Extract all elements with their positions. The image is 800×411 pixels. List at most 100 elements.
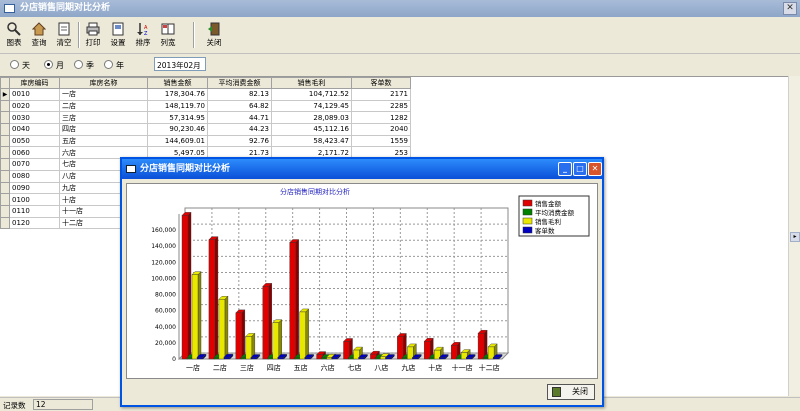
table-cell[interactable]: 0020 [9,99,60,113]
table-cell[interactable]: 90,230.46 [147,123,208,136]
maximize-button[interactable]: □ [573,162,587,176]
table-cell[interactable]: 0030 [9,111,60,125]
table-cell[interactable]: 1282 [351,111,411,125]
chart-popup-window: 分店销售同期对比分析 _ □ ✕ 分店销售同期对比分析 0 20,000 40,000… [120,157,604,407]
svg-text:Z: Z [144,31,148,36]
print-button[interactable]: 打印 [81,20,105,50]
table-cell[interactable]: 45,112.16 [271,123,352,136]
table-cell[interactable]: 一店 [59,88,148,101]
table-cell[interactable]: 三店 [59,111,148,125]
sort-button-label: 排序 [135,38,151,47]
table-row[interactable]: 0050 五店 144,609.01 92.76 58,423.47 1559 [0,134,411,148]
popup-close-button[interactable]: 关闭 [547,384,595,400]
table-cell[interactable]: 0070 [9,158,60,171]
table-cell[interactable]: 57,314.95 [147,111,208,125]
scroll-thumb[interactable]: ▸ [790,232,800,242]
row-indicator [0,169,10,183]
period-date-input[interactable]: 2013年02月 [154,57,206,71]
chart-button[interactable]: 图表 [2,20,26,50]
column-header[interactable]: 库房编码 [9,77,60,89]
column-header[interactable]: 销售金额 [147,77,208,89]
table-cell[interactable]: 58,423.47 [271,134,352,148]
x-tick-label: 九店 [401,363,415,372]
column-header[interactable]: 客单数 [351,77,411,89]
toolbar-separator [193,22,195,48]
table-cell[interactable]: 64.82 [207,99,272,113]
table-cell[interactable]: 28,089.03 [271,111,352,125]
bar [450,345,458,360]
radio-year[interactable] [104,60,113,69]
row-indicator [0,146,10,160]
table-cell[interactable]: 0120 [9,216,60,230]
bar [343,341,350,360]
window-close-button[interactable]: ✕ [783,2,797,15]
bar-side [197,271,202,360]
table-cell[interactable]: 四店 [59,123,148,136]
table-cell[interactable]: 2040 [351,123,411,136]
row-indicator-header [0,77,10,89]
table-cell[interactable]: 82.13 [207,88,272,101]
table-cell[interactable]: 2171 [351,88,411,101]
column-header[interactable]: 库房名称 [59,77,148,89]
table-cell[interactable]: 92.76 [207,134,272,148]
bar-side [214,236,219,360]
record-count-label: 记录数 [3,401,26,410]
table-cell[interactable]: 0090 [9,181,60,195]
table-cell[interactable]: 二店 [59,99,148,113]
table-cell[interactable]: 44.71 [207,111,272,125]
bar [235,312,243,360]
bar [245,336,253,360]
radio-month[interactable] [44,60,53,69]
radio-season[interactable] [74,60,83,69]
table-cell[interactable]: 178,304.76 [147,88,208,101]
table-cell[interactable]: 74,129.45 [271,99,352,113]
grid-vertical-scrollbar[interactable]: ▸ [788,76,800,396]
radio-day[interactable] [10,60,19,69]
table-cell[interactable]: 0060 [9,146,60,160]
table-cell[interactable]: 0110 [9,204,60,218]
table-cell[interactable]: 44.23 [207,123,272,136]
table-row[interactable]: 0040 四店 90,230.46 44.23 45,112.16 2040 [0,123,411,136]
column-width-icon [161,23,175,35]
query-button[interactable]: 查询 [27,20,51,50]
sort-icon: AZ [137,23,148,36]
y-tick-label: 20,000 [155,340,176,347]
minimize-button[interactable]: _ [558,162,572,176]
bar [250,357,258,360]
table-row[interactable]: ▶ 0010 一店 178,304.76 82.13 104,712.52 2171 [0,88,411,101]
table-cell[interactable]: 1559 [351,134,411,148]
settings-button[interactable]: 设置 [106,20,130,50]
popup-app-icon [126,165,136,173]
sort-button[interactable]: AZ 排序 [131,20,155,50]
table-cell[interactable]: 104,712.52 [271,88,352,101]
bar-side [187,211,192,360]
column-header[interactable]: 平均消费金额 [207,77,272,89]
table-cell[interactable]: 148,119.70 [147,99,208,113]
column-width-button[interactable]: 列宽 [156,20,180,50]
table-cell[interactable]: 0100 [9,193,60,206]
x-tick-label: 十二店 [479,363,500,372]
legend-swatch [522,217,533,225]
table-cell[interactable]: 0040 [9,123,60,136]
table-cell[interactable]: 144,609.01 [147,134,208,148]
toolbar-separator [78,22,80,48]
table-row[interactable]: 0020 二店 148,119.70 64.82 74,129.45 2285 [0,99,411,113]
bar [191,274,199,360]
bar [412,357,419,360]
legend-label: 销售毛利 [535,217,561,226]
bar [304,357,311,360]
bar-side [295,239,299,360]
popup-close-x-button[interactable]: ✕ [588,162,602,176]
table-cell[interactable]: 0080 [9,169,60,183]
clear-button[interactable]: 清空 [52,20,76,50]
table-cell[interactable]: 0050 [9,134,60,148]
bar-side [305,308,309,360]
table-cell[interactable]: 五店 [59,134,148,148]
close-button[interactable]: 关闭 [200,20,228,50]
legend-label: 客单数 [535,226,555,235]
table-cell[interactable]: 0010 [9,88,60,101]
table-row[interactable]: 0030 三店 57,314.95 44.71 28,089.03 1282 [0,111,411,125]
main-window-titlebar: 分店销售同期对比分析 ✕ [0,0,800,17]
table-cell[interactable]: 2285 [351,99,411,113]
column-header[interactable]: 销售毛利 [271,77,352,89]
